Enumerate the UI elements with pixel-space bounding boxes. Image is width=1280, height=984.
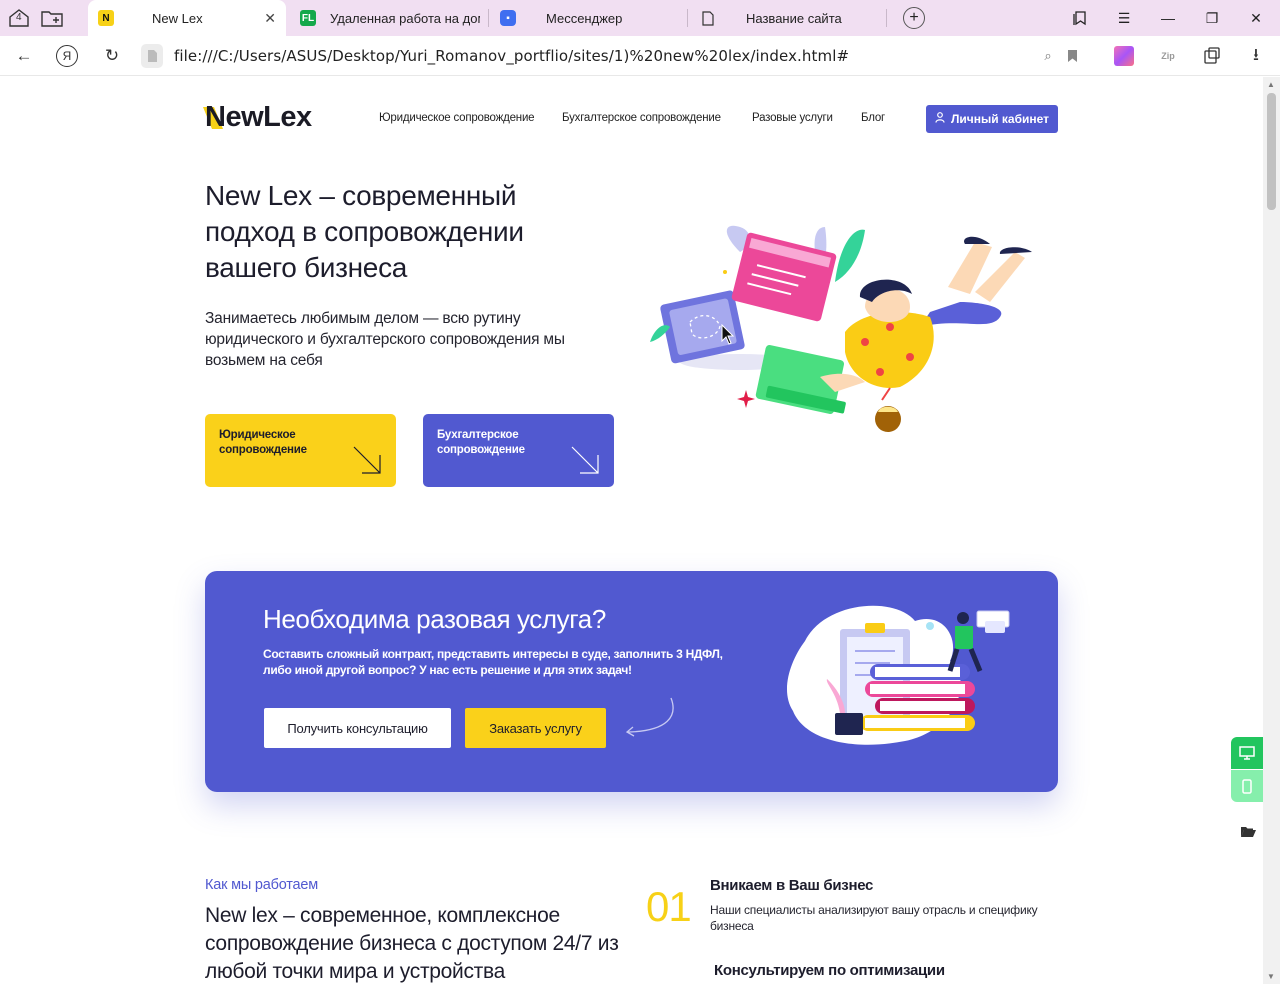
personal-account-button[interactable]: Личный кабинет <box>926 105 1058 133</box>
page-info-icon[interactable] <box>141 44 163 68</box>
browser-tab-bar: 4 N New Lex ✕ FL Удаленная работа на дом… <box>0 0 1280 36</box>
tab-title: New Lex <box>152 10 203 26</box>
order-service-button[interactable]: Заказать услугу <box>465 708 606 748</box>
hero-illustration <box>650 225 1032 432</box>
how-we-work-label: Как мы работаем <box>205 877 319 893</box>
tab-messenger[interactable]: ▪ Мессенджер <box>490 0 680 36</box>
folder-open-icon[interactable] <box>1240 825 1256 841</box>
promo-title: Необходима разовая услуга? <box>263 604 606 634</box>
back-arrow-icon[interactable]: ← <box>12 44 36 68</box>
mobile-view-icon[interactable] <box>1231 770 1263 802</box>
tab-newlex[interactable]: N New Lex ✕ <box>88 0 286 36</box>
tabs-counter-icon[interactable]: 4 <box>8 8 30 28</box>
document-favicon-icon <box>700 10 716 26</box>
protect-letter: Я <box>62 49 72 63</box>
page-scrollbar[interactable]: ▲ ▼ <box>1263 77 1280 984</box>
tab-title: Удаленная работа на дому <box>330 10 480 26</box>
accounting-support-label: Бухгалтерское сопровождение <box>437 429 525 456</box>
nav-blog[interactable]: Блог <box>861 112 885 124</box>
scroll-down-arrow-icon[interactable]: ▼ <box>1267 972 1275 981</box>
user-icon <box>935 112 945 126</box>
collections-icon[interactable] <box>1068 6 1092 30</box>
logo-text: NewLex <box>205 101 312 133</box>
personal-account-label: Личный кабинет <box>950 112 1050 126</box>
newlex-favicon-icon: N <box>98 10 114 26</box>
messenger-favicon-icon: ▪ <box>500 10 516 26</box>
menu-icon[interactable]: ☰ <box>1112 6 1136 30</box>
scroll-thumb[interactable] <box>1267 93 1276 210</box>
arrow-down-right-icon <box>353 446 381 474</box>
desktop-view-icon[interactable] <box>1231 737 1263 769</box>
gitzip-label: Zip <box>1161 51 1175 61</box>
accounting-support-button[interactable]: Бухгалтерское сопровождение <box>423 414 614 487</box>
restore-icon[interactable]: ❐ <box>1200 6 1224 30</box>
close-tab-icon[interactable]: ✕ <box>264 10 276 27</box>
yandex-protect-icon[interactable]: Я <box>56 45 78 67</box>
curved-arrow-icon <box>625 697 674 737</box>
one-time-service-banner: Необходима разовая услуга? Составить сло… <box>205 571 1058 792</box>
nav-legal-support[interactable]: Юридическое сопровождение <box>379 112 535 124</box>
extensions-puzzle-icon[interactable] <box>1200 44 1224 68</box>
hero-subtitle: Занимаетесь любимым делом — всю рутину ю… <box>205 310 565 369</box>
web-page: NewLex Юридическое сопровождение Бухгалт… <box>0 77 1263 984</box>
reload-icon[interactable]: ↻ <box>100 44 124 68</box>
new-folder-tab-icon[interactable] <box>41 8 63 28</box>
tab-site-name[interactable]: Название сайта <box>690 0 880 36</box>
device-switch-widget <box>1231 737 1263 803</box>
books-illustration <box>786 605 1010 745</box>
downloads-icon[interactable]: ⭳ <box>1244 44 1268 68</box>
step-title: Консультируем по оптимизации <box>714 962 945 979</box>
new-tab-button[interactable]: + <box>903 7 925 29</box>
tab-divider <box>488 9 489 27</box>
tab-title: Название сайта <box>746 10 842 26</box>
url-text[interactable]: file:///C:/Users/ASUS/Desktop/Yuri_Roman… <box>174 47 849 65</box>
extension-gradient-icon[interactable] <box>1112 44 1136 68</box>
mouse-cursor-icon <box>721 324 735 345</box>
arrow-down-right-icon <box>571 446 599 474</box>
newlex-logo[interactable]: NewLex <box>203 101 312 134</box>
legal-support-label: Юридическое сопровождение <box>219 429 307 456</box>
scroll-up-arrow-icon[interactable]: ▲ <box>1267 80 1275 89</box>
get-consultation-button[interactable]: Получить консультацию <box>264 708 451 748</box>
promo-text: Составить сложный контракт, представить … <box>263 647 723 677</box>
step-number: 01 <box>646 883 692 930</box>
nav-one-time-services[interactable]: Разовые услуги <box>752 112 833 124</box>
address-bar: ← Я ↻ file:///C:/Users/ASUS/Desktop/Yuri… <box>0 36 1280 76</box>
step-title: Вникаем в Ваш бизнес <box>710 877 874 894</box>
close-window-icon[interactable]: ✕ <box>1244 6 1268 30</box>
step-text: Наши специалисты анализируют вашу отрасл… <box>710 903 1038 933</box>
bookmark-icon[interactable] <box>1060 44 1084 68</box>
tab-divider <box>687 9 688 27</box>
fl-favicon-icon: FL <box>300 10 316 26</box>
minimize-icon[interactable]: — <box>1156 6 1180 30</box>
hero-title: New Lex – современный подход в сопровожд… <box>205 180 524 283</box>
tab-divider <box>886 9 887 27</box>
tab-remote-work[interactable]: FL Удаленная работа на дому <box>290 0 480 36</box>
how-we-work-title: New lex – современное, комплексное сопро… <box>205 904 619 983</box>
tab-title: Мессенджер <box>546 10 623 26</box>
legal-support-button[interactable]: Юридическое сопровождение <box>205 414 396 487</box>
nav-accounting-support[interactable]: Бухгалтерское сопровождение <box>562 112 721 124</box>
gitzip-extension-icon[interactable]: Zip <box>1156 44 1180 68</box>
search-page-icon[interactable]: ⌕ <box>1036 44 1060 68</box>
tab-count-label: 4 <box>16 12 22 23</box>
